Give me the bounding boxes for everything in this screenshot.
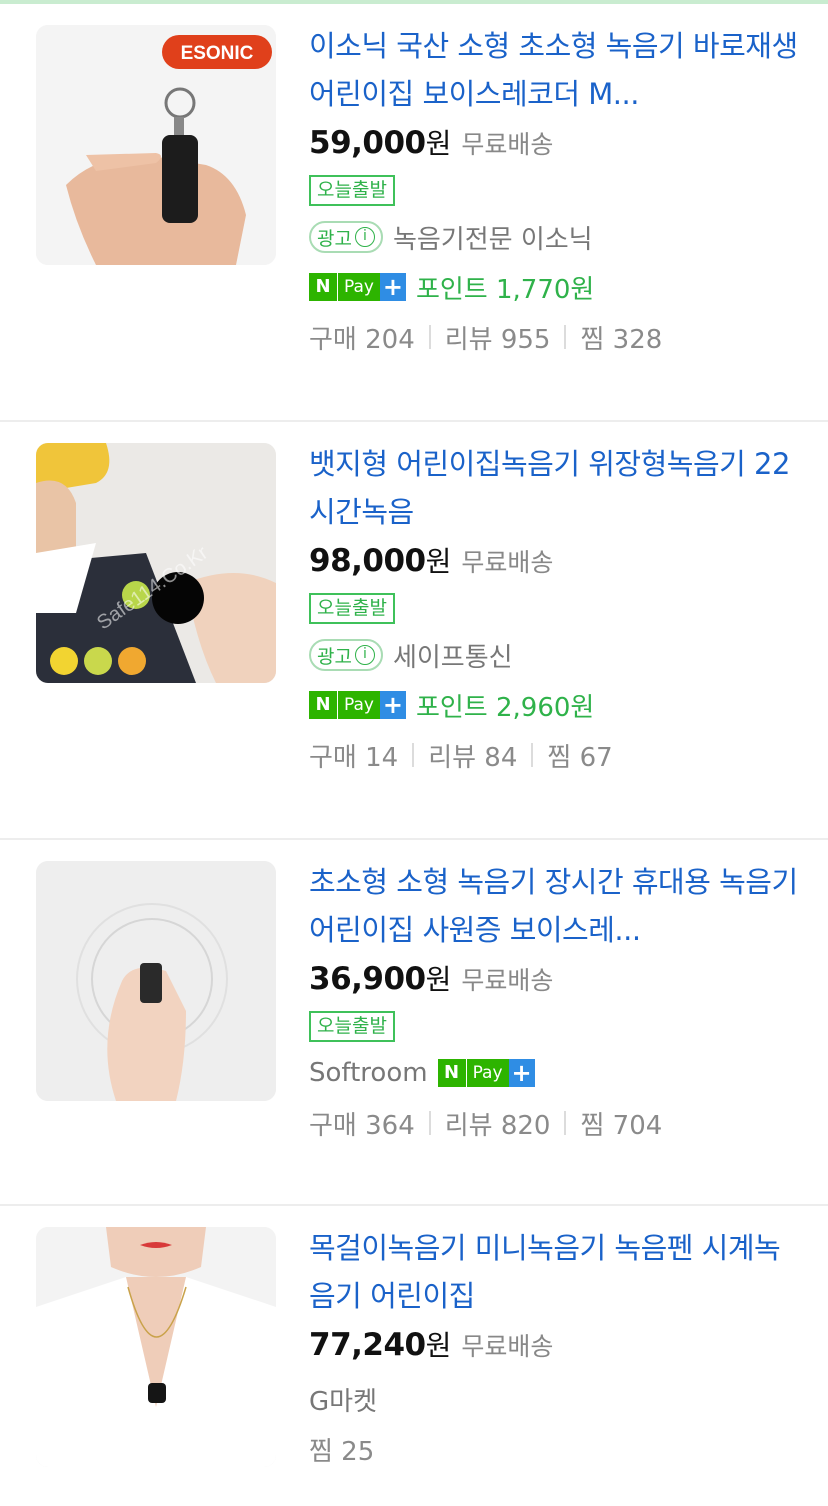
- today-shipping-badge: 오늘출발: [309, 593, 395, 624]
- npay-label: Pay: [337, 273, 380, 301]
- shipping-label: 무료배송: [461, 130, 554, 159]
- zzim-count: 찜 25: [309, 1436, 375, 1467]
- shipping-label: 무료배송: [461, 966, 554, 995]
- price-row: 59,000 원 무료배송: [309, 122, 799, 168]
- divider: [564, 325, 567, 349]
- naver-n-icon: N: [309, 691, 337, 719]
- product-thumbnail[interactable]: Safe114.Co.Kr: [36, 443, 276, 683]
- today-shipping-badge: 오늘출발: [309, 175, 395, 206]
- price: 36,900: [309, 961, 426, 997]
- seller-row: 광고 i 세이프통신: [309, 630, 799, 680]
- price: 59,000: [309, 125, 426, 161]
- shipping-label: 무료배송: [461, 548, 554, 577]
- today-shipping-badge: 오늘출발: [309, 1011, 395, 1042]
- price-unit: 원: [425, 127, 452, 160]
- divider: [428, 325, 431, 349]
- necklace-recorder-image: [36, 1227, 276, 1467]
- seller-name[interactable]: Softroom: [309, 1058, 428, 1088]
- ad-badge[interactable]: 광고 i: [309, 639, 383, 671]
- product-info: 초소형 소형 녹음기 장시간 휴대용 녹음기 어린이집 사원증 보이스레... …: [309, 858, 799, 1148]
- seller-name[interactable]: 세이프통신: [393, 637, 513, 674]
- plus-icon: +: [508, 1059, 535, 1087]
- product-card[interactable]: 초소형 소형 녹음기 장시간 휴대용 녹음기 어린이집 사원증 보이스레... …: [0, 840, 828, 1206]
- recorder-keychain-image: ESONIC: [36, 25, 276, 265]
- price-unit: 원: [425, 1329, 452, 1362]
- shipping-label: 무료배송: [461, 1332, 554, 1361]
- product-info: 목걸이녹음기 미니녹음기 녹음펜 시계녹음기 어린이집 77,240 원 무료배…: [309, 1224, 799, 1474]
- divider: [428, 1111, 431, 1135]
- divider: [564, 1111, 567, 1135]
- stats-row: 구매 204 리뷰 955 찜 328: [309, 312, 799, 362]
- product-card[interactable]: ESONIC 이소닉 국산 소형 초소형 녹음기 바로재생 어린이집 보이스레코…: [0, 4, 828, 422]
- product-title[interactable]: 목걸이녹음기 미니녹음기 녹음펜 시계녹음기 어린이집: [309, 1224, 799, 1320]
- naver-n-icon: N: [309, 273, 337, 301]
- point-text: 포인트 1,770원: [415, 274, 595, 305]
- npay-badge: N Pay +: [309, 691, 406, 719]
- review-count[interactable]: 리뷰 955: [445, 319, 551, 356]
- product-info: 이소닉 국산 소형 초소형 녹음기 바로재생 어린이집 보이스레코더 M... …: [309, 22, 799, 362]
- price: 98,000: [309, 543, 426, 579]
- seller-row: G마켓: [309, 1374, 799, 1424]
- divider: [412, 743, 415, 767]
- review-count[interactable]: 리뷰 84: [428, 737, 517, 774]
- badge-recorder-image: Safe114.Co.Kr: [36, 443, 276, 683]
- plus-icon: +: [379, 273, 406, 301]
- ad-label: 광고: [317, 645, 352, 668]
- seller-row: 광고 i 녹음기전문 이소닉: [309, 212, 799, 262]
- ad-badge[interactable]: 광고 i: [309, 221, 383, 253]
- seller-name[interactable]: G마켓: [309, 1381, 377, 1418]
- npay-label: Pay: [337, 691, 380, 719]
- product-thumbnail[interactable]: [36, 1227, 276, 1467]
- npay-label: Pay: [465, 1059, 509, 1087]
- product-info: 뱃지형 어린이집녹음기 위장형녹음기 22시간녹음 98,000 원 무료배송 …: [309, 440, 799, 780]
- product-card[interactable]: Safe114.Co.Kr 뱃지형 어린이집녹음기 위장형녹음기 22시간녹음 …: [0, 422, 828, 840]
- npay-row: N Pay + 포인트 2,960원: [309, 680, 799, 730]
- price: 77,240: [309, 1327, 426, 1363]
- product-thumbnail[interactable]: [36, 861, 276, 1101]
- purchase-count: 구매 364: [309, 1110, 415, 1141]
- zzim-count: 찜 67: [547, 742, 613, 773]
- price-row: 77,240 원 무료배송: [309, 1324, 799, 1370]
- stats-row: 찜 25: [309, 1424, 799, 1474]
- zzim-count: 찜 704: [580, 1110, 663, 1141]
- review-count[interactable]: 리뷰 820: [445, 1105, 551, 1142]
- info-icon: i: [354, 645, 375, 665]
- purchase-count: 구매 204: [309, 324, 415, 355]
- seller-name[interactable]: 녹음기전문 이소닉: [393, 219, 593, 256]
- seller-row: Softroom N Pay +: [309, 1048, 799, 1098]
- product-title[interactable]: 초소형 소형 녹음기 장시간 휴대용 녹음기 어린이집 사원증 보이스레...: [309, 858, 799, 954]
- naver-n-icon: N: [437, 1059, 466, 1087]
- product-list: ESONIC 이소닉 국산 소형 초소형 녹음기 바로재생 어린이집 보이스레코…: [0, 4, 828, 1506]
- point-text: 포인트 2,960원: [415, 692, 595, 723]
- stats-row: 구매 364 리뷰 820 찜 704: [309, 1098, 799, 1148]
- info-icon: i: [354, 227, 375, 247]
- price-row: 98,000 원 무료배송: [309, 540, 799, 586]
- npay-badge: N Pay +: [309, 273, 406, 301]
- npay-badge: N Pay +: [437, 1059, 535, 1087]
- plus-icon: +: [379, 691, 406, 719]
- product-title[interactable]: 이소닉 국산 소형 초소형 녹음기 바로재생 어린이집 보이스레코더 M...: [309, 22, 799, 118]
- npay-row: N Pay + 포인트 1,770원: [309, 262, 799, 312]
- ad-label: 광고: [317, 227, 352, 250]
- esonic-logo-text: ESONIC: [181, 43, 254, 64]
- price-unit: 원: [425, 545, 452, 578]
- product-title[interactable]: 뱃지형 어린이집녹음기 위장형녹음기 22시간녹음: [309, 440, 799, 536]
- price-unit: 원: [425, 963, 452, 996]
- product-thumbnail[interactable]: ESONIC: [36, 25, 276, 265]
- mini-recorder-image: [36, 861, 276, 1101]
- price-row: 36,900 원 무료배송: [309, 958, 799, 1004]
- divider: [531, 743, 534, 767]
- zzim-count: 찜 328: [580, 324, 663, 355]
- stats-row: 구매 14 리뷰 84 찜 67: [309, 730, 799, 780]
- purchase-count: 구매 14: [309, 742, 399, 773]
- product-card[interactable]: 목걸이녹음기 미니녹음기 녹음펜 시계녹음기 어린이집 77,240 원 무료배…: [0, 1206, 828, 1506]
